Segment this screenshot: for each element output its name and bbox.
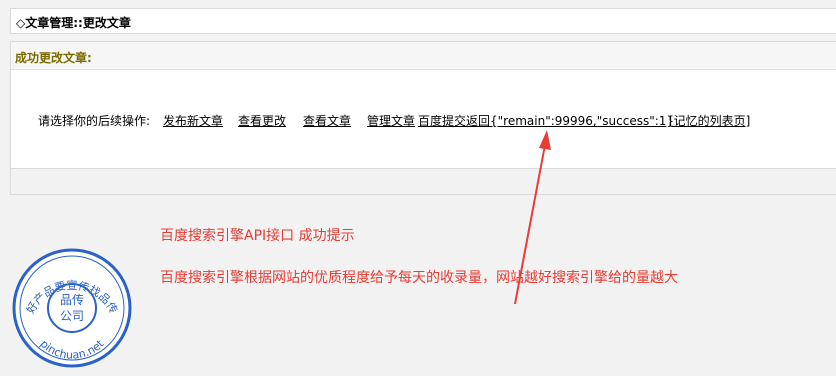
svg-text:公司: 公司 xyxy=(60,309,84,323)
annotation-api-success-note: 百度搜索引擎API接口 成功提示 xyxy=(160,228,355,244)
svg-text:品传: 品传 xyxy=(60,292,84,307)
annotation-quota-note: 百度搜索引擎根据网站的优质程度给予每天的收录量，网站越好搜索引擎给的量越大 xyxy=(160,270,678,286)
company-stamp-logo: 好产品要宣传找品传 品传 公司 pinchuan.net xyxy=(12,248,132,368)
